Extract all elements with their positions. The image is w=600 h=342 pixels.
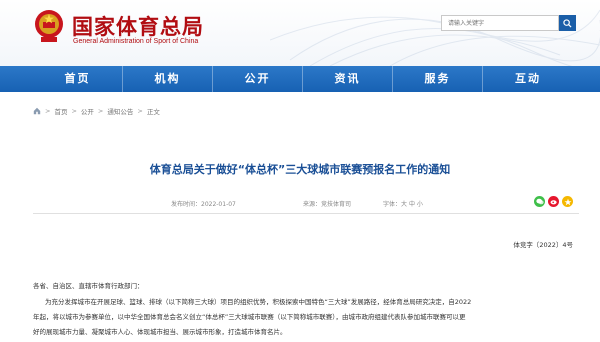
publish-date: 发布时间：2022-01-07 xyxy=(171,201,236,208)
home-icon[interactable] xyxy=(33,107,41,115)
document-number: 体竞字〔2022〕4号 xyxy=(513,241,573,249)
breadcrumb-separator: > xyxy=(137,107,143,115)
qzone-icon[interactable] xyxy=(562,196,573,207)
nav-item-organization[interactable]: 机构 xyxy=(123,66,213,92)
body-line-3: 好的展现城市力量、凝聚城市人心、体现城市担当、展示城市形象，打造城市体育名片。 xyxy=(33,328,287,336)
salutation: 各省、自治区、直辖市体育行政部门： xyxy=(33,282,144,290)
font-size-large[interactable]: 大 xyxy=(401,201,407,208)
breadcrumb-separator: > xyxy=(71,107,77,115)
nav-item-interaction[interactable]: 互动 xyxy=(483,66,573,92)
breadcrumb-separator: > xyxy=(97,107,104,115)
wechat-icon[interactable] xyxy=(534,196,545,207)
article-title: 体育总局关于做好“体总杯”三大球城市联赛预报名工作的通知 xyxy=(149,163,451,176)
font-size-medium[interactable]: 中 xyxy=(409,201,415,208)
main-nav: 首页 机构 公开 资讯 服务 互动 xyxy=(0,66,600,92)
body-line-2: 年起，将以城市为参赛单位，以中华全国体育总会名义创立“体总杯”三大球城市联赛（以… xyxy=(33,313,466,321)
article-source: 来源：竞技体育司 xyxy=(303,201,352,208)
breadcrumb-public[interactable]: 公开 xyxy=(81,106,94,116)
nav-item-services[interactable]: 服务 xyxy=(393,66,483,92)
article-meta: 发布时间：2022-01-07 来源：竞技体育司 字体：大 中 小 xyxy=(33,195,579,214)
nav-item-home[interactable]: 首页 xyxy=(33,66,123,92)
share-buttons xyxy=(534,196,573,207)
site-header: 国家体育总局 General Administration of Sport o… xyxy=(0,0,600,66)
national-emblem-icon[interactable] xyxy=(33,8,65,44)
breadcrumb-notices[interactable]: 通知公告 xyxy=(107,106,133,116)
nav-item-public[interactable]: 公开 xyxy=(213,66,303,92)
search-icon xyxy=(563,18,572,28)
site-subtitle: General Administration of Sport of China xyxy=(73,38,199,45)
breadcrumb-home[interactable]: 首页 xyxy=(54,106,67,116)
body-line-1: 为充分发挥城市在开展足球、篮球、排球（以下简称三大球）项目的组织优势，积极探索中… xyxy=(45,298,472,306)
breadcrumb-current: 正文 xyxy=(146,108,160,116)
font-size-control: 字体：大 中 小 xyxy=(383,199,423,208)
breadcrumb: > 首页 > 公开 > 通知公告 > 正文 xyxy=(33,106,160,116)
font-size-small[interactable]: 小 xyxy=(417,201,423,208)
breadcrumb-separator: > xyxy=(45,107,51,115)
site-title[interactable]: 国家体育总局 xyxy=(72,11,204,41)
weibo-icon[interactable] xyxy=(548,196,559,207)
search-button[interactable] xyxy=(559,15,576,31)
nav-item-news[interactable]: 资讯 xyxy=(303,66,393,92)
header-decoration xyxy=(270,9,600,66)
font-size-label: 字体： xyxy=(383,201,402,208)
search-input[interactable] xyxy=(441,15,559,31)
